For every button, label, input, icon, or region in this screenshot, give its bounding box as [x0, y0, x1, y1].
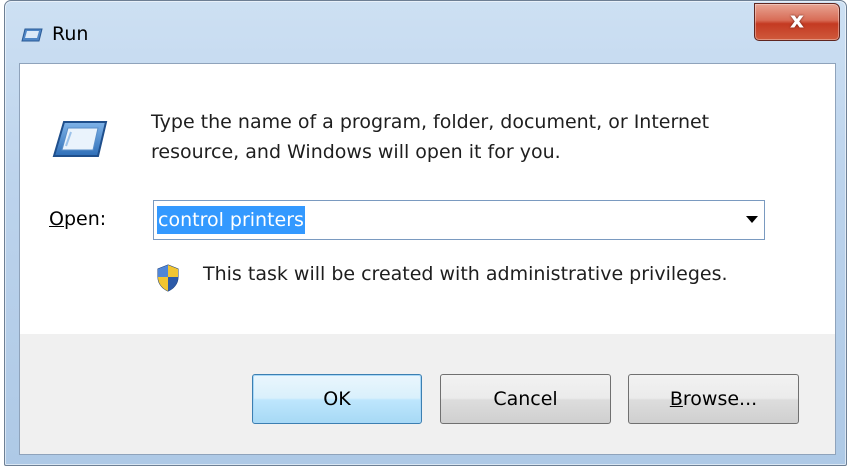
cancel-button[interactable]: Cancel [440, 374, 611, 424]
close-icon: x [789, 8, 805, 34]
content-area: Type the name of a program, folder, docu… [20, 64, 835, 334]
ok-button[interactable]: OK [252, 374, 422, 424]
run-dialog: Run x Type the name of a program, folder… [4, 0, 847, 466]
run-icon [52, 121, 108, 157]
uac-shield-icon [157, 264, 179, 292]
dialog-body: Type the name of a program, folder, docu… [19, 63, 836, 455]
run-icon [21, 28, 43, 42]
open-combobox[interactable]: control printers [153, 200, 765, 240]
dropdown-button[interactable] [734, 201, 764, 239]
browse-button[interactable]: Browse... [628, 374, 799, 424]
open-input[interactable] [157, 205, 717, 235]
open-label-text: pen: [63, 208, 107, 230]
admin-privileges-note: This task will be created with administr… [203, 263, 728, 285]
open-label-mnemonic: O [49, 208, 64, 230]
run-description: Type the name of a program, folder, docu… [151, 111, 710, 163]
close-button[interactable]: x [754, 3, 840, 41]
title-bar[interactable]: Run x [5, 1, 846, 63]
window-title: Run [52, 23, 89, 45]
chevron-down-icon [746, 216, 758, 223]
open-label: Open: [49, 208, 106, 230]
browse-label: rowse... [682, 388, 758, 410]
browse-mnemonic: B [669, 388, 683, 410]
